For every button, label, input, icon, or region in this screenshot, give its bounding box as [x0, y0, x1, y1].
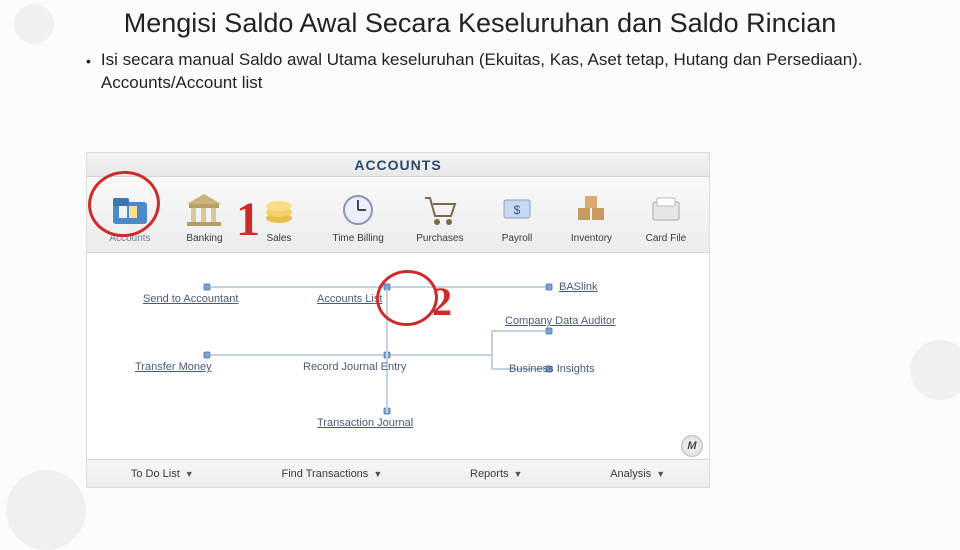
nav-label: Payroll — [502, 233, 533, 244]
nav-label: Purchases — [416, 233, 463, 244]
link-transaction-journal[interactable]: Transaction Journal — [317, 417, 413, 429]
nav-timebilling[interactable]: Time Billing — [332, 188, 383, 244]
chevron-down-icon: ▼ — [373, 469, 382, 479]
nav-toolbar: Accounts Banking Sales Time Billing — [87, 177, 709, 253]
boxes-icon — [570, 188, 612, 230]
nav-label: Card File — [646, 233, 687, 244]
connector — [391, 354, 491, 356]
bank-icon — [183, 188, 225, 230]
nav-cardfile[interactable]: Card File — [645, 188, 687, 244]
bottom-analysis[interactable]: Analysis ▼ — [610, 468, 665, 480]
node-baslink — [546, 284, 553, 291]
window-titlebar: ACCOUNTS — [87, 153, 709, 177]
chevron-down-icon: ▼ — [656, 469, 665, 479]
bottom-label: Analysis — [610, 468, 651, 480]
callout-number-2: 2 — [432, 278, 452, 325]
link-send-to-accountant[interactable]: Send to Accountant — [143, 293, 238, 305]
bottom-bar: To Do List ▼ Find Transactions ▼ Reports… — [87, 459, 709, 487]
bullet-dot: • — [86, 49, 91, 71]
nav-label: Banking — [186, 233, 222, 244]
nav-banking[interactable]: Banking — [183, 188, 225, 244]
bottom-label: Reports — [470, 468, 509, 480]
connector — [491, 330, 493, 370]
bottom-label: Find Transactions — [281, 468, 368, 480]
callout-number-1: 1 — [236, 192, 260, 247]
nav-label: Time Billing — [332, 233, 383, 244]
bullet-block: • Isi secara manual Saldo awal Utama kes… — [0, 45, 960, 99]
clock-icon — [337, 188, 379, 230]
connector — [211, 286, 383, 288]
node-transfer-money — [204, 352, 211, 359]
bottom-find[interactable]: Find Transactions ▼ — [281, 468, 382, 480]
bottom-todo[interactable]: To Do List ▼ — [131, 468, 194, 480]
link-record-journal-entry[interactable]: Record Journal Entry — [303, 361, 406, 373]
bottom-reports[interactable]: Reports ▼ — [470, 468, 522, 480]
nav-label: Sales — [266, 233, 291, 244]
connector — [211, 354, 383, 356]
chevron-down-icon: ▼ — [514, 469, 523, 479]
svg-text:$: $ — [514, 203, 521, 217]
connector — [491, 330, 545, 332]
link-transfer-money[interactable]: Transfer Money — [135, 361, 212, 373]
nav-label: Inventory — [571, 233, 612, 244]
link-company-data-auditor[interactable]: Company Data Auditor — [505, 315, 616, 327]
window-title: ACCOUNTS — [354, 157, 441, 173]
nav-payroll[interactable]: $ Payroll — [496, 188, 538, 244]
bullet-text: Isi secara manual Saldo awal Utama kesel… — [101, 49, 900, 95]
coins-icon — [258, 188, 300, 230]
payroll-icon: $ — [496, 188, 538, 230]
link-accounts-list[interactable]: Accounts List — [317, 293, 382, 305]
node-company-auditor — [546, 328, 553, 335]
node-send-to-accountant — [204, 284, 211, 291]
nav-inventory[interactable]: Inventory — [570, 188, 612, 244]
slide-title: Mengisi Saldo Awal Secara Keseluruhan da… — [0, 0, 960, 45]
link-business-insights[interactable]: Business Insights — [509, 363, 595, 375]
rolodex-icon — [645, 188, 687, 230]
bottom-label: To Do List — [131, 468, 180, 480]
nav-purchases[interactable]: Purchases — [416, 188, 463, 244]
chevron-down-icon: ▼ — [185, 469, 194, 479]
cart-icon — [419, 188, 461, 230]
link-baslink[interactable]: BASlink — [559, 281, 598, 293]
nav-sales[interactable]: Sales — [258, 188, 300, 244]
brand-badge-icon: M — [681, 435, 703, 457]
